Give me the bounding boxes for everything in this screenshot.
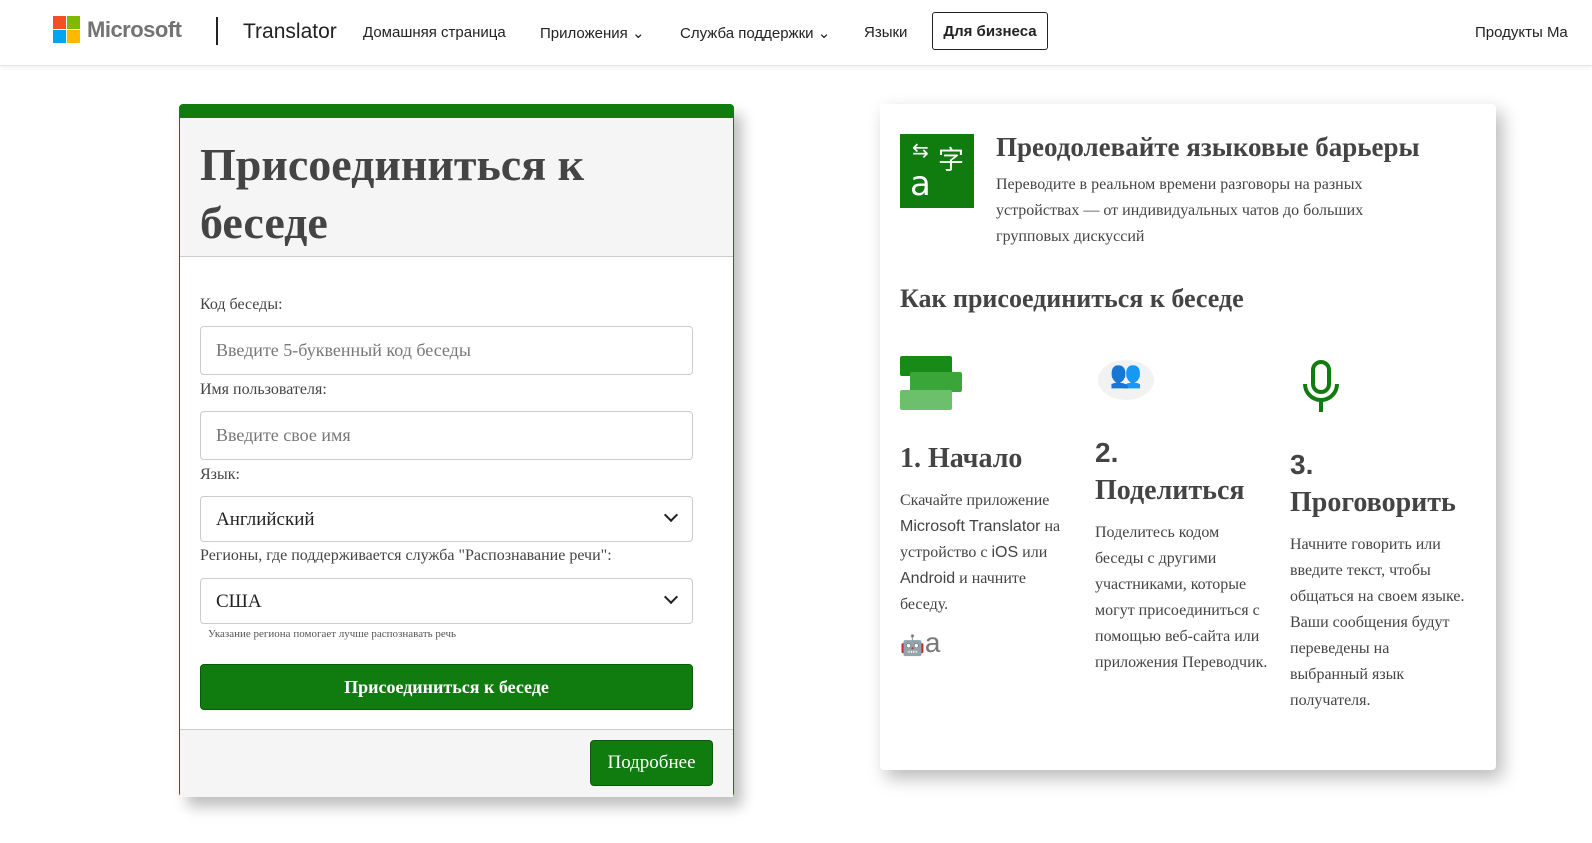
- business-button[interactable]: Для бизнеса: [932, 12, 1048, 50]
- nav-support-label: Служба поддержки: [680, 25, 814, 42]
- android-icon[interactable]: 🤖: [900, 633, 925, 657]
- logo-text: Microsoft: [87, 16, 182, 42]
- region-select[interactable]: США: [200, 578, 693, 624]
- chevron-down-icon: ⌄: [817, 25, 831, 42]
- chat-devices-icon: [900, 356, 962, 410]
- code-label: Код беседы:: [200, 296, 283, 313]
- group-add-icon: 👥: [1098, 360, 1154, 400]
- step-title: Поделиться: [1095, 475, 1245, 506]
- card-footer: Подробнее: [180, 729, 733, 797]
- join-button[interactable]: Присоединиться к беседе: [200, 664, 693, 710]
- join-title: Присоединиться к беседе: [200, 139, 585, 248]
- chevron-down-icon: [663, 507, 679, 523]
- translator-brand-link[interactable]: Translator: [243, 20, 337, 44]
- step-text: Скачайте приложение Microsoft Translator…: [900, 492, 1061, 613]
- translator-icon: a 字 ⇆: [900, 134, 974, 208]
- step-text: Поделитесь кодом беседы с другими участн…: [1095, 524, 1268, 671]
- language-select[interactable]: Английский: [200, 496, 693, 542]
- name-label: Имя пользователя:: [200, 381, 327, 398]
- top-nav: Microsoft Translator Домашняя страница П…: [0, 0, 1592, 66]
- step-title: Проговорить: [1290, 487, 1456, 518]
- step-title: 1. Начало: [900, 443, 1023, 474]
- nav-languages[interactable]: Языки: [864, 24, 907, 41]
- conversation-code-input[interactable]: [200, 326, 693, 375]
- step-number: 2.: [1095, 437, 1119, 468]
- chevron-down-icon: ⌄: [631, 25, 645, 42]
- nav-support[interactable]: Служба поддержки ⌄: [680, 24, 830, 42]
- nav-apps[interactable]: Приложения ⌄: [540, 24, 645, 42]
- chevron-down-icon: [663, 589, 679, 605]
- step-start: 1. Начало Скачайте приложение Microsoft …: [900, 440, 1075, 659]
- username-input[interactable]: [200, 411, 693, 460]
- join-conversation-card: Присоединиться к беседе Код беседы: Имя …: [179, 104, 734, 797]
- nav-apps-label: Приложения: [540, 25, 628, 42]
- microsoft-logo-icon: [53, 16, 80, 43]
- step-number: 3.: [1290, 449, 1314, 480]
- divider: [216, 17, 218, 45]
- region-value: США: [216, 591, 262, 612]
- nav-products[interactable]: Продукты Ma: [1475, 24, 1568, 41]
- info-subtitle: Переводите в реальном времени разговоры …: [996, 176, 1364, 245]
- info-title: Преодолевайте языковые барьеры: [996, 132, 1420, 162]
- language-label: Язык:: [200, 466, 240, 483]
- step-speak: 3. Проговорить Начните говорить или введ…: [1290, 446, 1465, 714]
- microphone-icon: [1303, 360, 1339, 412]
- step-share: 2. Поделиться Поделитесь кодом беседы с …: [1095, 434, 1270, 676]
- region-label: Регионы, где поддерживается служба "Расп…: [200, 547, 612, 564]
- region-hint: Указание региона помогает лучше распозна…: [208, 628, 457, 640]
- learn-more-button[interactable]: Подробнее: [590, 740, 713, 786]
- info-panel: a 字 ⇆ Преодолевайте языковые барьеры Перев…: [880, 104, 1496, 770]
- nav-home[interactable]: Домашняя страница: [363, 24, 506, 41]
- amazon-icon[interactable]: a: [925, 627, 941, 658]
- microsoft-logo[interactable]: Microsoft: [53, 16, 182, 43]
- language-value: Английский: [216, 509, 315, 530]
- step-text: Начните говорить или введите текст, чтоб…: [1290, 536, 1465, 709]
- how-to-title: Как присоединиться к беседе: [900, 284, 1244, 313]
